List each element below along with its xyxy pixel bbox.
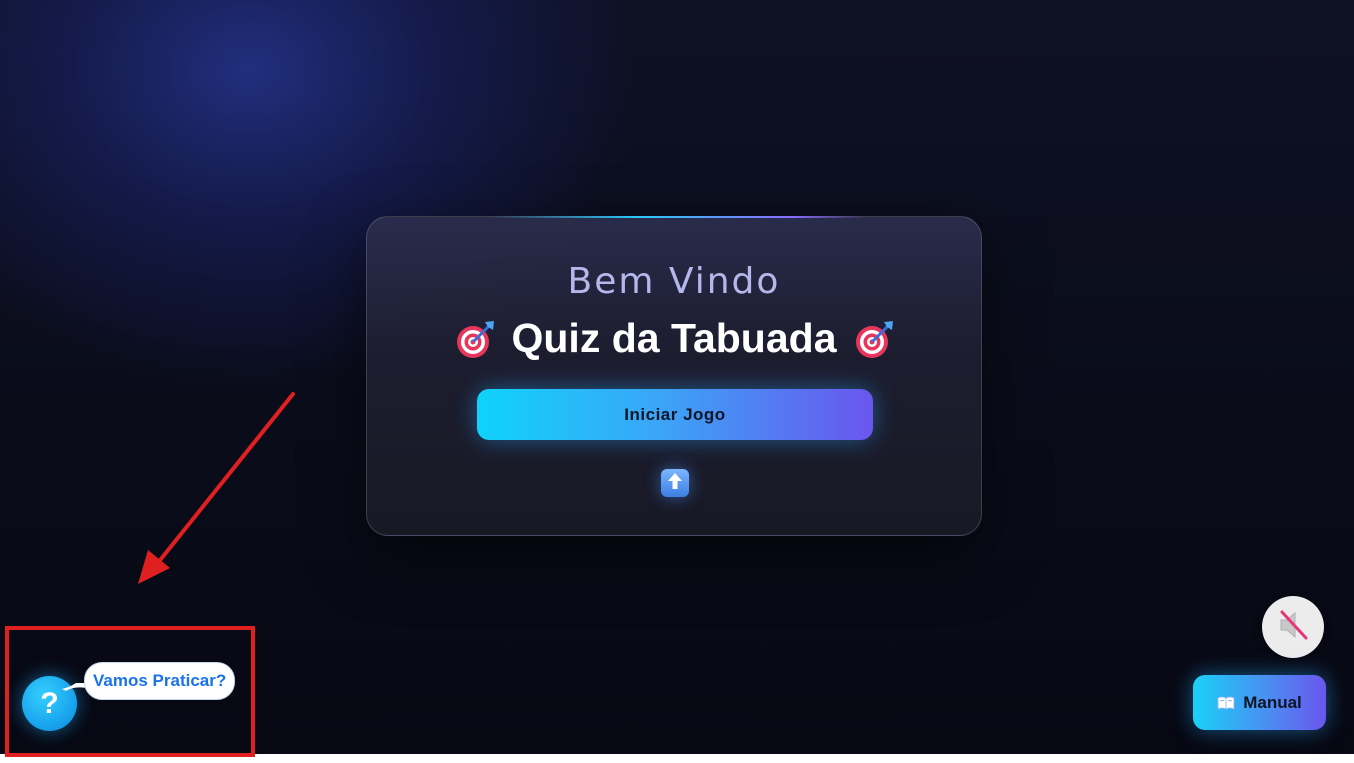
up-arrow-button[interactable] xyxy=(661,469,689,497)
dart-target-icon xyxy=(454,318,496,360)
practice-speech-bubble[interactable]: Vamos Praticar? xyxy=(84,662,236,700)
speech-bubble-tail xyxy=(62,683,86,691)
manual-button[interactable]: Manual xyxy=(1193,675,1326,730)
quiz-title: Quiz da Tabuada xyxy=(511,315,837,361)
up-arrow-icon xyxy=(666,471,684,495)
mute-toggle-button[interactable] xyxy=(1262,596,1324,658)
speaker-muted-icon xyxy=(1273,605,1313,649)
open-book-icon xyxy=(1217,696,1235,710)
start-game-button[interactable]: Iniciar Jogo xyxy=(477,389,873,440)
dart-target-icon xyxy=(853,318,895,360)
welcome-card: Bem Vindo Quiz da Tabuada Iniciar Jogo xyxy=(366,216,982,536)
manual-label: Manual xyxy=(1243,692,1302,712)
card-accent-line xyxy=(487,216,867,218)
app-background: Bem Vindo Quiz da Tabuada Iniciar Jogo M… xyxy=(0,0,1354,754)
title-row: Quiz da Tabuada xyxy=(367,315,981,362)
bottom-page-strip xyxy=(0,754,1354,763)
welcome-greeting: Bem Vindo xyxy=(567,261,781,302)
